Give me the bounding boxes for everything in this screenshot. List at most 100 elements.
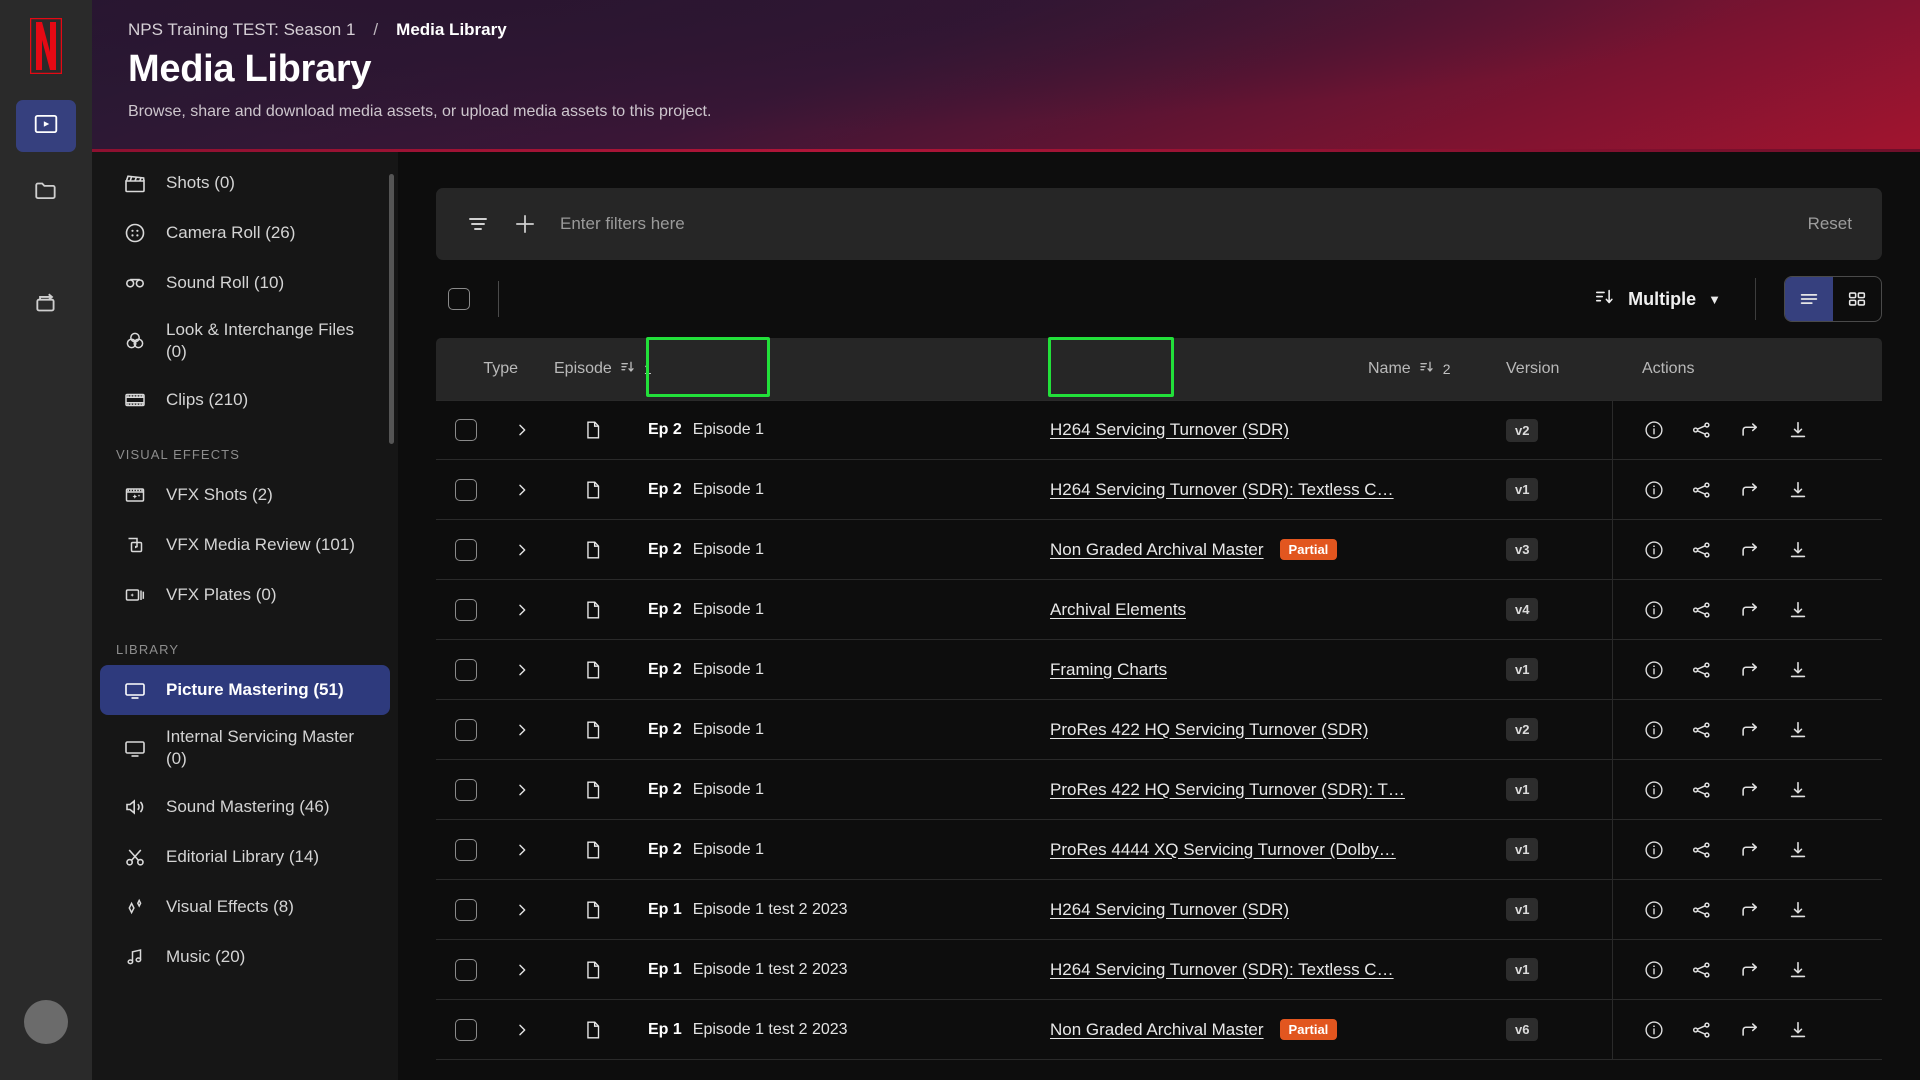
sidebar-item-editorial-library[interactable]: Editorial Library (14) <box>100 832 390 882</box>
share-nodes-icon[interactable] <box>1691 419 1713 441</box>
table-row[interactable]: Ep 2 Episode 1 ProRes 422 HQ Servicing T… <box>436 760 1882 820</box>
plus-icon[interactable] <box>512 211 538 237</box>
table-row[interactable]: Ep 2 Episode 1 Framing Charts v1 <box>436 640 1882 700</box>
row-checkbox[interactable] <box>436 598 496 621</box>
expand-row-icon[interactable] <box>496 422 548 438</box>
forward-arrow-icon[interactable] <box>1739 659 1761 681</box>
sidebar-item-look-interchange-files[interactable]: Look & Interchange Files (0) <box>100 308 390 375</box>
share-nodes-icon[interactable] <box>1691 779 1713 801</box>
table-row[interactable]: Ep 2 Episode 1 Archival Elements v4 <box>436 580 1882 640</box>
expand-row-icon[interactable] <box>496 602 548 618</box>
asset-name-link[interactable]: ProRes 422 HQ Servicing Turnover (SDR) <box>1050 720 1368 740</box>
sidebar-item-shots[interactable]: Shots (0) <box>100 158 390 208</box>
rail-button-media-player[interactable] <box>16 100 76 152</box>
sidebar-item-visual-effects[interactable]: Visual Effects (8) <box>100 882 390 932</box>
sidebar-item-clips[interactable]: Clips (210) <box>100 375 390 425</box>
forward-arrow-icon[interactable] <box>1739 419 1761 441</box>
share-nodes-icon[interactable] <box>1691 539 1713 561</box>
sidebar-item-internal-servicing-master[interactable]: Internal Servicing Master (0) <box>100 715 390 782</box>
row-checkbox[interactable] <box>436 778 496 801</box>
share-nodes-icon[interactable] <box>1691 899 1713 921</box>
grid-view-icon[interactable] <box>1833 277 1881 321</box>
row-checkbox[interactable] <box>436 658 496 681</box>
column-header-episode[interactable]: Episode 1 <box>526 359 938 380</box>
info-icon[interactable] <box>1643 539 1665 561</box>
row-checkbox[interactable] <box>436 958 496 981</box>
row-checkbox[interactable] <box>436 419 496 441</box>
sort-dropdown[interactable]: Multiple ▼ <box>1594 286 1755 313</box>
forward-arrow-icon[interactable] <box>1739 899 1761 921</box>
asset-name-link[interactable]: Framing Charts <box>1050 660 1167 680</box>
download-icon[interactable] <box>1787 1019 1809 1041</box>
forward-arrow-icon[interactable] <box>1739 1019 1761 1041</box>
column-header-type[interactable]: Type <box>436 360 526 378</box>
select-all-checkbox[interactable] <box>436 288 498 310</box>
download-icon[interactable] <box>1787 779 1809 801</box>
download-icon[interactable] <box>1787 899 1809 921</box>
forward-arrow-icon[interactable] <box>1739 959 1761 981</box>
share-nodes-icon[interactable] <box>1691 959 1713 981</box>
row-checkbox[interactable] <box>436 478 496 501</box>
sidebar-item-vfx-shots[interactable]: VFX Shots (2) <box>100 470 390 520</box>
filter-input[interactable]: Enter filters here <box>560 214 1786 234</box>
asset-name-link[interactable]: H264 Servicing Turnover (SDR) <box>1050 900 1289 920</box>
asset-name-link[interactable]: ProRes 422 HQ Servicing Turnover (SDR): … <box>1050 780 1405 800</box>
sidebar-item-music[interactable]: Music (20) <box>100 932 390 982</box>
info-icon[interactable] <box>1643 839 1665 861</box>
expand-row-icon[interactable] <box>496 782 548 798</box>
forward-arrow-icon[interactable] <box>1739 539 1761 561</box>
info-icon[interactable] <box>1643 719 1665 741</box>
download-icon[interactable] <box>1787 539 1809 561</box>
share-nodes-icon[interactable] <box>1691 659 1713 681</box>
forward-arrow-icon[interactable] <box>1739 779 1761 801</box>
row-checkbox[interactable] <box>436 898 496 921</box>
info-icon[interactable] <box>1643 1019 1665 1041</box>
info-icon[interactable] <box>1643 779 1665 801</box>
forward-arrow-icon[interactable] <box>1739 719 1761 741</box>
breadcrumb-project[interactable]: NPS Training TEST: Season 1 <box>128 20 355 40</box>
avatar[interactable] <box>24 1000 68 1044</box>
share-nodes-icon[interactable] <box>1691 479 1713 501</box>
sidebar-item-camera-roll[interactable]: Camera Roll (26) <box>100 208 390 258</box>
forward-arrow-icon[interactable] <box>1739 599 1761 621</box>
share-nodes-icon[interactable] <box>1691 1019 1713 1041</box>
row-checkbox[interactable] <box>436 838 496 861</box>
expand-row-icon[interactable] <box>496 902 548 918</box>
info-icon[interactable] <box>1643 659 1665 681</box>
column-header-name[interactable]: Name 2 <box>938 359 1494 380</box>
list-view-icon[interactable] <box>1785 277 1833 321</box>
asset-name-link[interactable]: H264 Servicing Turnover (SDR): Textless … <box>1050 960 1394 980</box>
share-nodes-icon[interactable] <box>1691 839 1713 861</box>
download-icon[interactable] <box>1787 719 1809 741</box>
asset-name-link[interactable]: H264 Servicing Turnover (SDR) <box>1050 420 1289 440</box>
table-row[interactable]: Ep 1 Episode 1 test 2 2023 H264 Servicin… <box>436 880 1882 940</box>
expand-row-icon[interactable] <box>496 1022 548 1038</box>
share-nodes-icon[interactable] <box>1691 719 1713 741</box>
row-checkbox[interactable] <box>436 1018 496 1041</box>
info-icon[interactable] <box>1643 479 1665 501</box>
share-nodes-icon[interactable] <box>1691 599 1713 621</box>
row-checkbox[interactable] <box>436 538 496 561</box>
info-icon[interactable] <box>1643 419 1665 441</box>
row-checkbox[interactable] <box>436 718 496 741</box>
table-row[interactable]: Ep 2 Episode 1 Non Graded Archival Maste… <box>436 520 1882 580</box>
info-icon[interactable] <box>1643 959 1665 981</box>
info-icon[interactable] <box>1643 599 1665 621</box>
download-icon[interactable] <box>1787 419 1809 441</box>
download-icon[interactable] <box>1787 839 1809 861</box>
asset-name-link[interactable]: Non Graded Archival Master <box>1050 540 1264 560</box>
reset-button[interactable]: Reset <box>1808 214 1852 234</box>
sidebar-item-vfx-plates[interactable]: VFX Plates (0) <box>100 570 390 620</box>
download-icon[interactable] <box>1787 659 1809 681</box>
sidebar-item-sound-roll[interactable]: Sound Roll (10) <box>100 258 390 308</box>
download-icon[interactable] <box>1787 959 1809 981</box>
column-header-version[interactable]: Version <box>1494 360 1612 378</box>
forward-arrow-icon[interactable] <box>1739 839 1761 861</box>
sidebar-item-sound-mastering[interactable]: Sound Mastering (46) <box>100 782 390 832</box>
download-icon[interactable] <box>1787 479 1809 501</box>
asset-name-link[interactable]: Archival Elements <box>1050 600 1186 620</box>
asset-name-link[interactable]: ProRes 4444 XQ Servicing Turnover (Dolby… <box>1050 840 1396 860</box>
expand-row-icon[interactable] <box>496 542 548 558</box>
download-icon[interactable] <box>1787 599 1809 621</box>
filter-icon[interactable] <box>466 212 490 236</box>
